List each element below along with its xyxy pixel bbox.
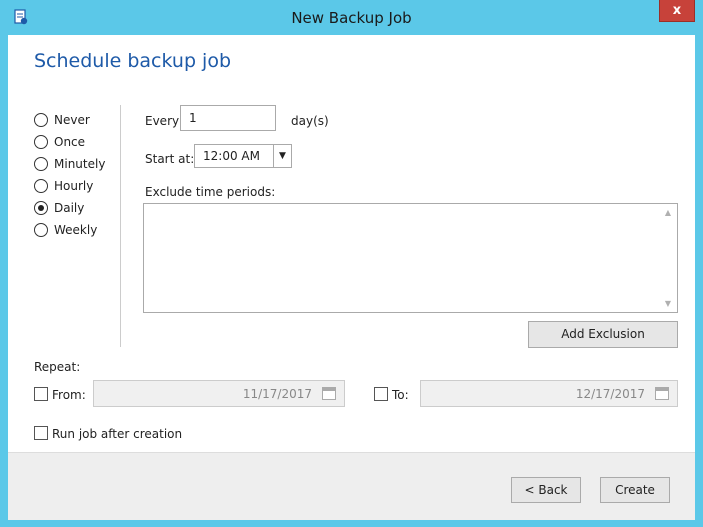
window-title: New Backup Job [291, 9, 412, 27]
radio-hourly[interactable]: Hourly [34, 175, 105, 197]
repeat-label: Repeat: [34, 360, 81, 374]
radio-label: Once [54, 135, 86, 149]
to-date-value: 12/17/2017 [575, 387, 645, 401]
radio-minutely[interactable]: Minutely [34, 153, 105, 175]
to-date-field[interactable]: 12/17/2017 [420, 380, 678, 407]
from-label: From: [52, 388, 86, 402]
calendar-icon[interactable] [655, 387, 669, 400]
scroll-up-icon[interactable]: ▲ [663, 208, 673, 217]
from-date-field[interactable]: 11/17/2017 [93, 380, 345, 407]
exclude-periods-list[interactable]: ▲ ▼ [143, 203, 678, 313]
from-date-value: 11/17/2017 [242, 387, 312, 401]
run-after-creation-label: Run job after creation [52, 427, 183, 441]
dialog-footer: < Back Create [8, 452, 695, 520]
every-input[interactable]: 1 [180, 105, 276, 131]
radio-weekly[interactable]: Weekly [34, 219, 105, 241]
start-time-value: 12:00 AM [203, 149, 260, 163]
frequency-radio-group: Never Once Minutely Hourly Daily Weekly [34, 109, 105, 241]
every-label: Every [145, 114, 180, 128]
radio-label: Weekly [54, 223, 98, 237]
radio-label: Minutely [54, 157, 106, 171]
radio-label: Never [54, 113, 90, 127]
to-checkbox[interactable] [374, 387, 388, 401]
radio-circle[interactable] [34, 223, 48, 237]
start-at-label: Start at: [145, 152, 195, 166]
backup-job-window: New Backup Job x Schedule backup job Nev… [0, 0, 703, 527]
page-title: Schedule backup job [34, 50, 232, 72]
scroll-down-icon[interactable]: ▼ [663, 299, 673, 308]
radio-circle-selected[interactable] [34, 201, 48, 215]
radio-circle[interactable] [34, 179, 48, 193]
add-exclusion-button[interactable]: Add Exclusion [528, 321, 678, 348]
radio-daily[interactable]: Daily [34, 197, 105, 219]
calendar-icon[interactable] [322, 387, 336, 400]
run-after-creation-checkbox[interactable] [34, 426, 48, 440]
close-button[interactable]: x [659, 0, 695, 22]
radio-label: Daily [54, 201, 85, 215]
radio-once[interactable]: Once [34, 131, 105, 153]
create-button[interactable]: Create [600, 477, 670, 503]
back-button[interactable]: < Back [511, 477, 581, 503]
exclude-periods-label: Exclude time periods: [145, 185, 276, 199]
start-time-dropdown[interactable]: 12:00 AM ▼ [194, 144, 292, 168]
radio-circle[interactable] [34, 157, 48, 171]
every-unit-label: day(s) [291, 114, 329, 128]
vertical-divider [120, 105, 121, 347]
dialog-body: Schedule backup job Never Once Minutely … [8, 35, 695, 520]
radio-circle[interactable] [34, 113, 48, 127]
to-label: To: [392, 388, 409, 402]
radio-never[interactable]: Never [34, 109, 105, 131]
radio-label: Hourly [54, 179, 94, 193]
from-checkbox[interactable] [34, 387, 48, 401]
title-bar: New Backup Job x [0, 0, 703, 35]
dropdown-arrow-icon[interactable]: ▼ [273, 145, 291, 167]
radio-circle[interactable] [34, 135, 48, 149]
